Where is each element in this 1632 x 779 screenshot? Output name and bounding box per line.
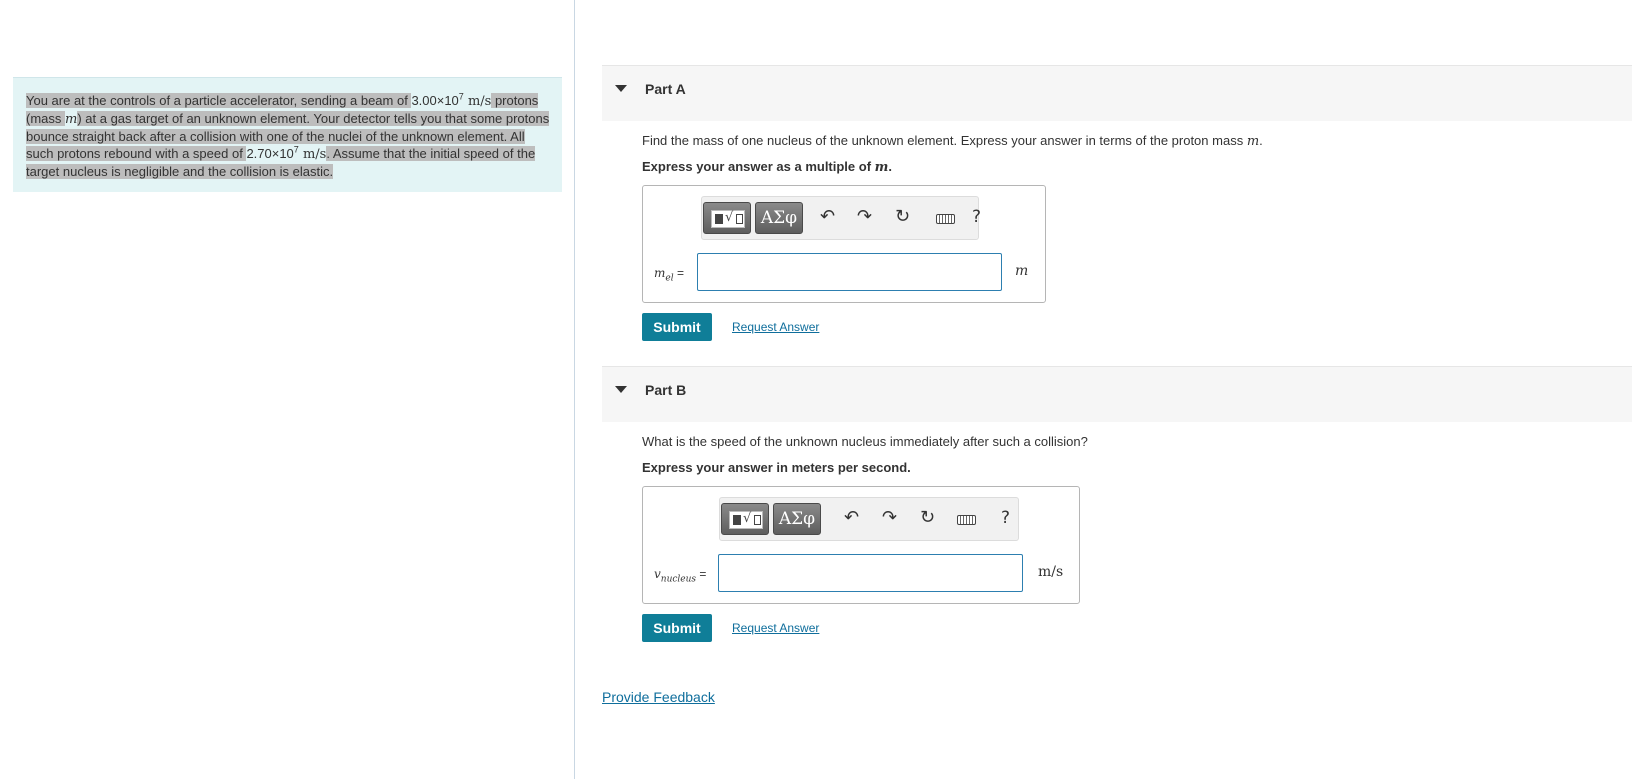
part-b-answer-box: √ ΑΣφ ↶ ↷ ↻ ? vnucleus = m/s [642, 486, 1080, 604]
greek-symbols-button[interactable]: ΑΣφ [773, 503, 821, 535]
part-b-header[interactable]: Part B [602, 366, 1632, 422]
reset-icon[interactable]: ↻ [895, 206, 910, 228]
problem-statement: You are at the controls of a particle ac… [26, 92, 550, 180]
part-b-request-answer-link[interactable]: Request Answer [732, 621, 819, 635]
part-b-instruction: Express your answer in meters per second… [642, 460, 911, 475]
part-a-header[interactable]: Part A [602, 65, 1632, 121]
keyboard-icon[interactable] [936, 214, 955, 224]
intro-text-1: You are at the controls of a particle ac… [26, 93, 412, 108]
part-b-unit: m/s [1038, 564, 1064, 580]
part-a-title: Part A [645, 81, 686, 97]
part-b-title: Part B [645, 382, 687, 398]
math-toolbar: √ ΑΣφ ↶ ↷ ↻ ? [701, 196, 981, 240]
mass-symbol: m [65, 112, 78, 127]
collapse-caret-icon[interactable] [615, 85, 627, 92]
undo-icon[interactable]: ↶ [844, 507, 859, 529]
greek-symbols-button[interactable]: ΑΣφ [755, 202, 803, 234]
collapse-caret-icon[interactable] [615, 386, 627, 393]
part-a-unit: m [1015, 263, 1029, 279]
reset-icon[interactable]: ↻ [920, 507, 935, 529]
templates-button[interactable]: √ [721, 503, 769, 535]
provide-feedback-link[interactable]: Provide Feedback [602, 689, 715, 705]
help-button[interactable]: ? [972, 207, 981, 227]
problem-pane: You are at the controls of a particle ac… [0, 0, 575, 779]
part-b-variable-label: vnucleus = [654, 567, 707, 585]
part-a-answer-input[interactable] [697, 253, 1002, 291]
part-b-question: What is the speed of the unknown nucleus… [642, 434, 1088, 449]
templates-icon: √ [711, 210, 745, 228]
redo-icon[interactable]: ↷ [857, 206, 872, 228]
part-a-instruction: Express your answer as a multiple of m. [642, 159, 893, 175]
undo-icon[interactable]: ↶ [820, 206, 835, 228]
part-a-question: Find the mass of one nucleus of the unkn… [642, 133, 1263, 149]
part-b-answer-input[interactable] [718, 554, 1023, 592]
part-b-submit-button[interactable]: Submit [642, 614, 712, 642]
speed-2-value: 2.70×107 m/s [246, 144, 327, 162]
part-a-variable-label: mel = [654, 266, 684, 284]
speed-1-value: 3.00×107 m/s [411, 91, 492, 109]
problem-intro-box: You are at the controls of a particle ac… [13, 77, 562, 192]
part-a-answer-box: √ ΑΣφ ↶ ↷ ↻ ? mel = m [642, 185, 1046, 303]
templates-button[interactable]: √ [703, 202, 751, 234]
math-toolbar: √ ΑΣφ ↶ ↷ ↻ ? [719, 497, 1019, 541]
help-button[interactable]: ? [1001, 508, 1010, 528]
templates-icon: √ [729, 511, 763, 529]
redo-icon[interactable]: ↷ [882, 507, 897, 529]
part-a-submit-button[interactable]: Submit [642, 313, 712, 341]
part-a-request-answer-link[interactable]: Request Answer [732, 320, 819, 334]
keyboard-icon[interactable] [957, 515, 976, 525]
